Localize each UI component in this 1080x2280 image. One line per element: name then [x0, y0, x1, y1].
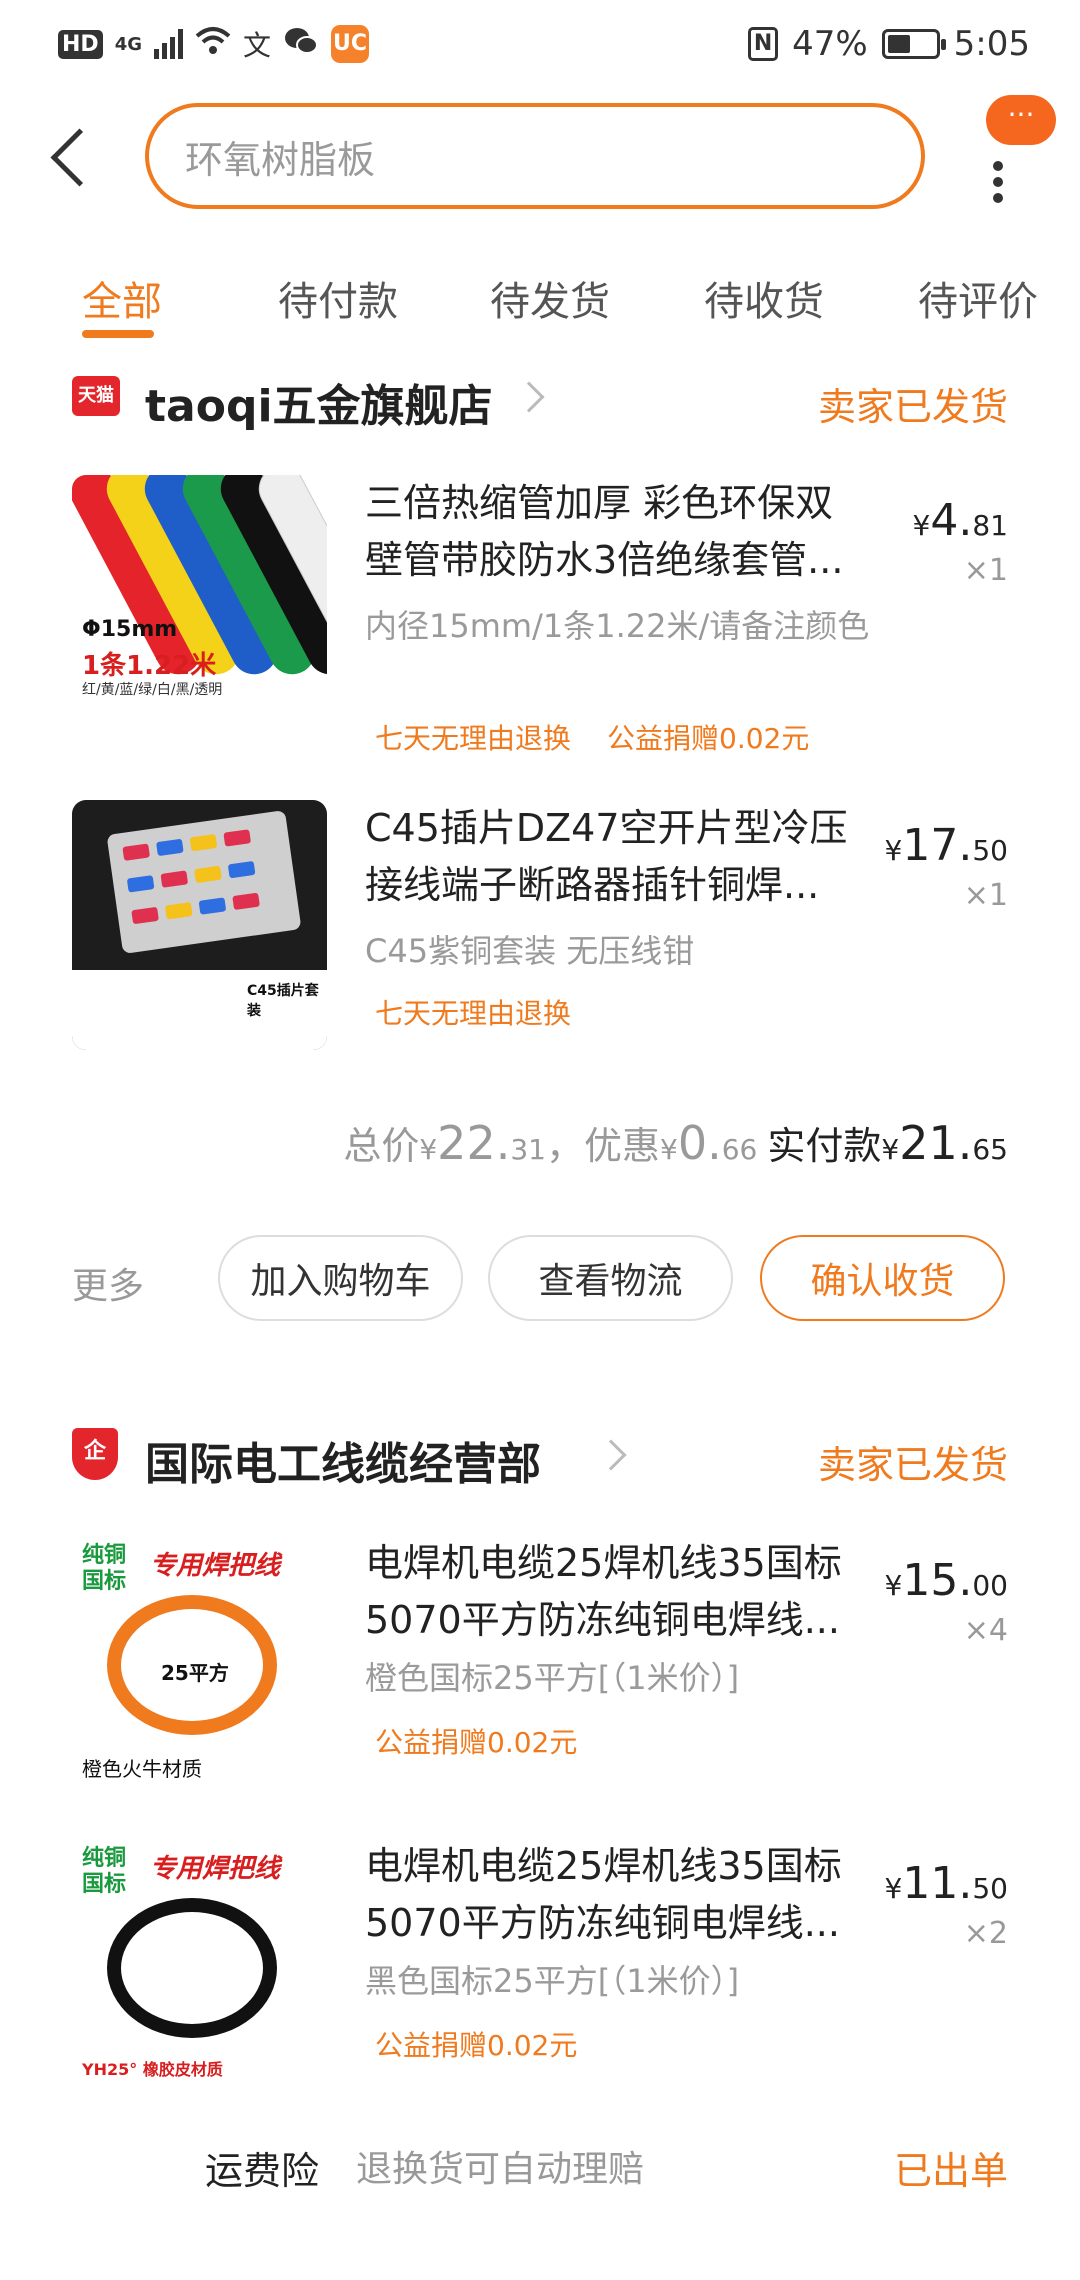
product-price: ¥15.00 [884, 1555, 1008, 1606]
product-title[interactable]: 电焊机电缆25焊机线35国标5070平方防冻纯铜电焊线... [365, 1535, 865, 1649]
wifi-icon [195, 26, 231, 63]
product-qty: ×4 [963, 1613, 1008, 1648]
product-price: ¥4.81 [912, 495, 1008, 546]
thumb-length: 1条1.22米 [82, 651, 217, 681]
battery-percent: 47% [792, 24, 868, 64]
product-spec: 黑色国标25平方[（1米价）] [365, 1962, 740, 2000]
shop-header[interactable]: 企 国际电工线缆经营部 卖家已发货 [0, 1418, 1080, 1498]
product-qty: ×2 [963, 1916, 1008, 1951]
thumb-label: C45插片套装 [247, 983, 319, 1019]
message-badge[interactable]: ··· [986, 95, 1056, 145]
wechat-icon [283, 26, 319, 63]
translate-icon: 文 [243, 29, 272, 62]
thumb-label: 纯铜 国标 [82, 1543, 127, 1594]
thumb-label: 25平方 [157, 1655, 233, 1688]
insurance-label: 运费险 [205, 2149, 320, 2193]
thumb-size: Φ15mm [82, 617, 178, 642]
order-status: 卖家已发货 [817, 1443, 1008, 1487]
view-logistics-button[interactable]: 查看物流 [488, 1235, 733, 1321]
product-thumbnail[interactable]: 纯铜 国标 专用焊把线 25平方 橙色火牛材质 [72, 1535, 327, 1785]
service-tags: 公益捐赠0.02元 [375, 2024, 577, 2064]
search-placeholder: 环氧树脂板 [185, 137, 376, 182]
product-spec: 内径15mm/1条1.22米/请备注颜色 [365, 607, 870, 645]
active-tab-indicator [82, 330, 154, 338]
product-title[interactable]: 电焊机电缆25焊机线35国标5070平方防冻纯铜电焊线... [365, 1838, 865, 1952]
order-tabs: 全部 待付款 待发货 待收货 待评价 [0, 255, 1080, 345]
tag-charity: 公益捐赠0.02元 [375, 1726, 578, 1759]
service-tags: 公益捐赠0.02元 [375, 1721, 577, 1761]
thumb-label: 纯铜 国标 [82, 1846, 127, 1897]
order-status: 卖家已发货 [817, 385, 1008, 429]
thumb-label: YH25° 橡胶皮材质 [82, 2060, 223, 2079]
more-button[interactable]: 更多 [72, 1257, 144, 1309]
more-menu-icon[interactable] [990, 155, 1006, 225]
thumb-label: 专用焊把线 [150, 1854, 281, 1884]
service-tags: 七天无理由退换 [375, 992, 571, 1032]
uc-browser-icon: UC [331, 25, 370, 63]
product-title[interactable]: C45插片DZ47空开片型冷压接线端子断路器插针铜焊... [365, 800, 865, 914]
product-title[interactable]: 三倍热缩管加厚 彩色环保双壁管带胶防水3倍绝缘套管... [365, 475, 865, 589]
battery-icon [881, 29, 946, 59]
clock: 5:05 [953, 24, 1030, 64]
product-price: ¥11.50 [884, 1858, 1008, 1909]
chevron-right-icon [513, 381, 545, 413]
product-price: ¥17.50 [884, 820, 1008, 871]
product-spec: C45紫铜套装 无压线钳 [365, 932, 695, 970]
add-to-cart-button[interactable]: 加入购物车 [218, 1235, 463, 1321]
tab-pending-receipt[interactable]: 待收货 [704, 269, 824, 327]
tab-pending-review[interactable]: 待评价 [918, 269, 1038, 327]
product-qty: ×1 [963, 878, 1008, 913]
insurance-status: 已出单 [893, 2149, 1008, 2193]
tag-charity: 公益捐赠0.02元 [607, 722, 810, 755]
order-total: 总价¥22.31，优惠¥0.66 实付款¥21.65 [343, 1116, 1008, 1170]
tmall-icon: 天猫 [72, 376, 120, 416]
tag-charity: 公益捐赠0.02元 [375, 2029, 578, 2062]
chevron-right-icon [595, 1439, 627, 1471]
back-arrow-icon[interactable] [45, 125, 95, 195]
shop-name[interactable]: taoqi五金旗舰店 [145, 370, 493, 434]
product-spec: 橙色国标25平方[（1米价）] [365, 1659, 740, 1697]
service-tags: 七天无理由退换 公益捐赠0.02元 [375, 717, 809, 757]
product-thumbnail[interactable]: C45插片套装 [72, 800, 327, 1050]
product-qty: ×1 [963, 553, 1008, 588]
search-input[interactable]: 环氧树脂板 [145, 103, 925, 209]
tab-all[interactable]: 全部 [82, 269, 162, 327]
product-thumbnail[interactable]: Φ15mm 1条1.22米 红/黄/蓝/绿/白/黑/透明 [72, 475, 327, 725]
order-actions: 更多 加入购物车 查看物流 确认收货 [0, 1235, 1080, 1325]
enterprise-shop-icon: 企 [72, 1428, 118, 1480]
status-bar: HD 4G 文 UC N 47% 5:05 [0, 0, 1080, 90]
insurance-desc: 退换货可自动理赔 [356, 2149, 645, 2190]
confirm-receipt-button[interactable]: 确认收货 [760, 1235, 1005, 1321]
tab-pending-payment[interactable]: 待付款 [278, 269, 398, 327]
thumb-label: 橙色火牛材质 [82, 1757, 202, 1781]
shipping-insurance-row[interactable]: 运费险 退换货可自动理赔 已出单 [0, 2140, 1080, 2220]
network-type: 4G [114, 33, 142, 55]
shop-header[interactable]: 天猫 taoqi五金旗舰店 卖家已发货 [0, 360, 1080, 440]
product-thumbnail[interactable]: 纯铜 国标 专用焊把线 YH25° 橡胶皮材质 [72, 1838, 327, 2088]
thumb-label: 专用焊把线 [150, 1551, 281, 1581]
hd-icon: HD [58, 29, 103, 59]
nfc-icon: N [748, 27, 779, 61]
tag-return: 七天无理由退换 [375, 722, 572, 755]
tab-pending-shipment[interactable]: 待发货 [490, 269, 610, 327]
tag-return: 七天无理由退换 [375, 997, 572, 1030]
thumb-colors: 红/黄/蓝/绿/白/黑/透明 [82, 682, 223, 698]
top-bar: 环氧树脂板 ··· [0, 95, 1080, 225]
shop-name[interactable]: 国际电工线缆经营部 [145, 1428, 541, 1492]
signal-icon [154, 29, 183, 59]
